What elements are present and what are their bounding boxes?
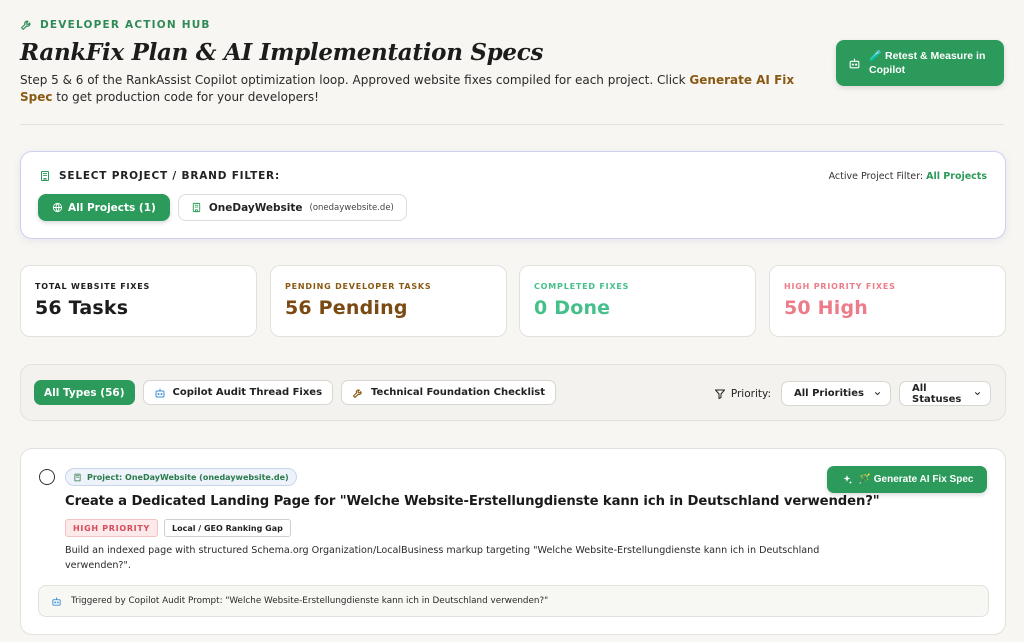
generate-ai-fix-spec-button[interactable]: 🪄 Generate AI Fix Spec — [827, 466, 987, 493]
type-filter-all[interactable]: All Types (56) — [34, 380, 135, 405]
trigger-prompt-box: Triggered by Copilot Audit Prompt: "Welc… — [38, 585, 989, 617]
trigger-prompt-text: Triggered by Copilot Audit Prompt: "Welc… — [71, 596, 549, 606]
subtitle-text-end: to get production code for your develope… — [52, 90, 319, 104]
wrench-icon — [20, 18, 33, 31]
eyebrow-label: DEVELOPER ACTION HUB — [40, 18, 211, 31]
active-filter-value: All Projects — [926, 171, 987, 182]
task-complete-checkbox[interactable] — [39, 469, 55, 485]
task-description: Build an indexed page with structured Sc… — [65, 545, 820, 571]
chevron-down-icon — [973, 389, 982, 398]
stat-value: 0 Done — [534, 297, 611, 319]
type-filters: All Types (56) Copilot Audit Thread Fixe… — [34, 380, 557, 405]
project-filter-label: SELECT PROJECT / BRAND FILTER: — [39, 170, 280, 182]
type-filter-copilot[interactable]: Copilot Audit Thread Fixes — [142, 380, 334, 405]
task-project-tag: Project: OneDayWebsite (onedaywebsite.de… — [65, 468, 297, 486]
stat-high-priority: HIGH PRIORITY FIXES 50 High — [769, 265, 1006, 337]
priority-select-value: All Priorities — [794, 388, 864, 399]
select-filters: Priority: All Priorities All Statuses — [714, 381, 991, 406]
generate-button-label: 🪄 Generate AI Fix Spec — [859, 474, 974, 485]
stat-label: COMPLETED FIXES — [534, 282, 630, 291]
magic-wand-emoji: 🪄 — [858, 474, 871, 485]
page-subtitle: Step 5 & 6 of the RankAssist Copilot opt… — [20, 72, 820, 106]
stat-completed-fixes: COMPLETED FIXES 0 Done — [519, 265, 756, 337]
building-icon — [191, 202, 202, 213]
project-filter-label-text: SELECT PROJECT / BRAND FILTER: — [59, 170, 280, 182]
task-project-tag-text: Project: OneDayWebsite (onedaywebsite.de… — [87, 472, 289, 482]
priority-badge: HIGH PRIORITY — [65, 519, 159, 537]
project-filter-card: SELECT PROJECT / BRAND FILTER: Active Pr… — [20, 151, 1006, 239]
stat-label: PENDING DEVELOPER TASKS — [285, 282, 432, 291]
subtitle-text: Step 5 & 6 of the RankAssist Copilot opt… — [20, 73, 690, 87]
test-tube-emoji: 🧪 — [869, 50, 883, 62]
status-select-value: All Statuses — [912, 382, 962, 405]
type-filter-all-label: All Types (56) — [44, 386, 125, 399]
stat-value: 50 High — [784, 297, 868, 319]
task-card: Project: OneDayWebsite (onedaywebsite.de… — [20, 448, 1006, 635]
stat-label: HIGH PRIORITY FIXES — [784, 282, 896, 291]
project-pills: All Projects (1) OneDayWebsite (onedaywe… — [38, 194, 407, 221]
retest-button[interactable]: 🧪 Retest & Measure in Copilot — [836, 40, 1004, 86]
active-project-filter: Active Project Filter: All Projects — [829, 171, 987, 182]
robot-icon — [154, 387, 166, 399]
generate-button-text: Generate AI Fix Spec — [873, 474, 974, 485]
active-filter-label: Active Project Filter: — [828, 171, 924, 182]
header-divider — [20, 124, 1004, 125]
building-icon — [73, 473, 82, 482]
building-icon — [39, 170, 51, 182]
priority-select[interactable]: All Priorities — [781, 381, 891, 406]
priority-label: Priority: — [714, 388, 771, 400]
wrench-icon — [352, 387, 364, 399]
sparkles-icon — [841, 474, 853, 486]
robot-icon — [51, 596, 62, 607]
project-pill-onedaywebsite[interactable]: OneDayWebsite (onedaywebsite.de) — [177, 194, 407, 221]
task-badges: HIGH PRIORITY Local / GEO Ranking Gap — [65, 519, 291, 537]
stat-pending-tasks: PENDING DEVELOPER TASKS 56 Pending — [270, 265, 507, 337]
task-filter-bar: All Types (56) Copilot Audit Thread Fixe… — [20, 364, 1006, 421]
retest-button-label: 🧪 Retest & Measure in Copilot — [869, 49, 992, 77]
funnel-icon — [714, 388, 726, 400]
chevron-down-icon — [873, 389, 882, 398]
priority-label-text: Priority: — [730, 387, 771, 400]
project-name: OneDayWebsite — [208, 201, 303, 214]
all-projects-pill[interactable]: All Projects (1) — [38, 194, 170, 221]
retest-button-text: Retest & Measure in Copilot — [869, 50, 986, 76]
eyebrow: DEVELOPER ACTION HUB — [20, 18, 1004, 31]
robot-icon — [848, 57, 861, 70]
type-filter-copilot-label: Copilot Audit Thread Fixes — [172, 387, 323, 398]
task-title: Create a Dedicated Landing Page for "Wel… — [65, 494, 880, 509]
stat-value: 56 Pending — [285, 297, 408, 319]
stat-label: TOTAL WEBSITE FIXES — [35, 282, 151, 291]
type-filter-technical-label: Technical Foundation Checklist — [371, 387, 546, 398]
stat-total-fixes: TOTAL WEBSITE FIXES 56 Tasks — [20, 265, 257, 337]
all-projects-label: All Projects (1) — [68, 201, 156, 214]
status-select[interactable]: All Statuses — [899, 381, 991, 406]
type-filter-technical[interactable]: Technical Foundation Checklist — [341, 380, 557, 405]
stat-value: 56 Tasks — [35, 297, 129, 319]
project-domain: (onedaywebsite.de) — [309, 202, 394, 213]
globe-icon — [52, 202, 63, 213]
page-header: DEVELOPER ACTION HUB RankFix Plan & AI I… — [20, 18, 1004, 124]
category-badge: Local / GEO Ranking Gap — [164, 519, 291, 537]
